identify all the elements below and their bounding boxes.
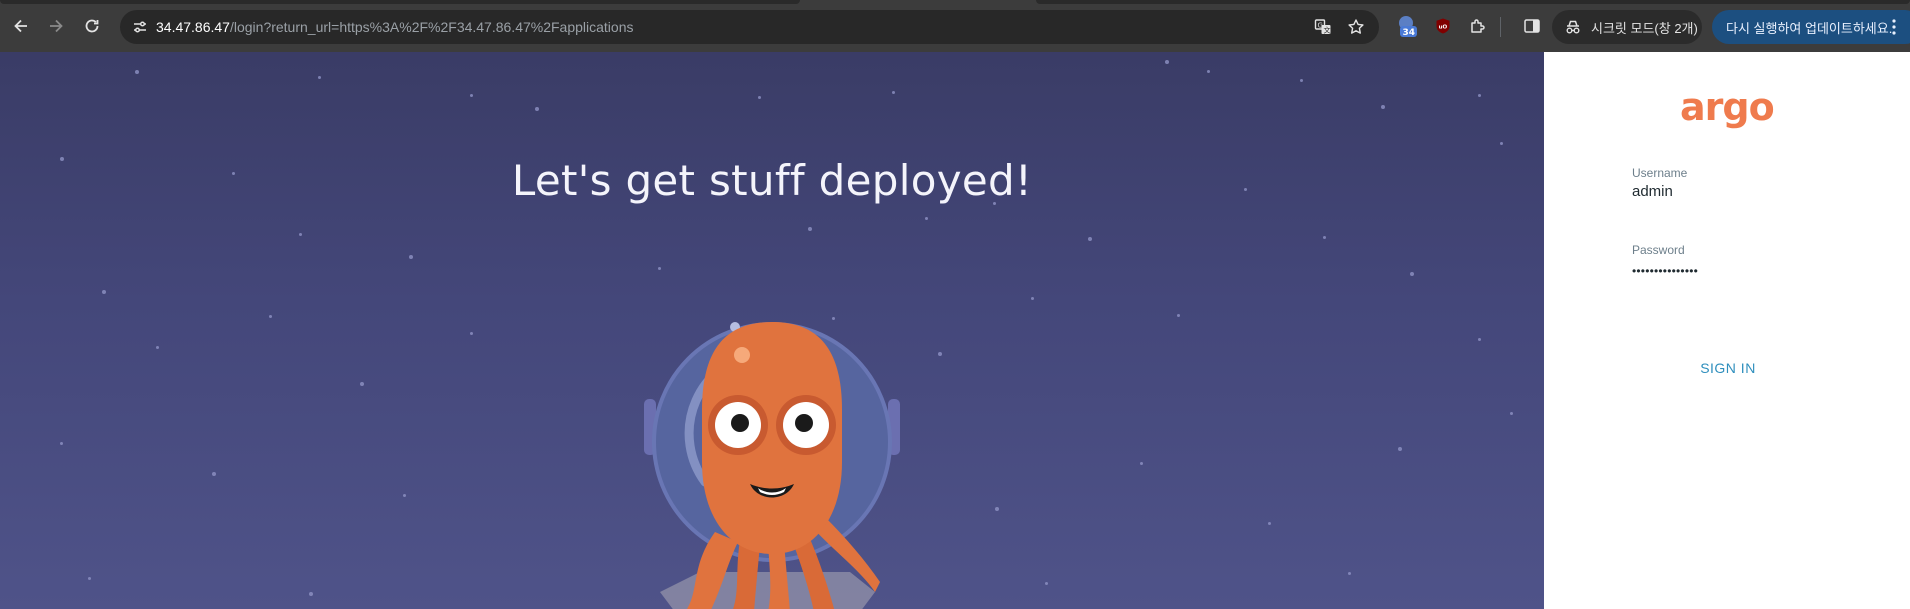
star-dot (470, 94, 473, 97)
password-label: Password (1632, 243, 1685, 257)
star-dot (470, 332, 473, 335)
star-dot (925, 217, 928, 220)
star-dot (938, 352, 942, 356)
star-dot (212, 472, 216, 476)
star-dot (1207, 70, 1210, 73)
star-dot (60, 442, 63, 445)
argo-octopus-mascot-illustration (644, 322, 900, 609)
password-input[interactable]: ••••••••••••••• (1632, 264, 1842, 278)
star-dot (1381, 105, 1385, 109)
sign-in-button[interactable]: SIGN IN (1678, 353, 1778, 383)
star-dot (535, 107, 539, 111)
browser-toolbar: 34.47.86.47/login?return_url=https%3A%2F… (0, 0, 1910, 52)
star-dot (1323, 236, 1326, 239)
star-dot (1165, 60, 1169, 64)
star-dot (1140, 462, 1143, 465)
star-dot (1031, 297, 1034, 300)
star-dot (1478, 94, 1481, 97)
translate-icon[interactable]: G文 (1312, 16, 1334, 38)
extensions-puzzle-icon[interactable] (1467, 15, 1489, 37)
site-info-icon[interactable] (128, 15, 152, 39)
svg-text:文: 文 (1324, 26, 1331, 35)
ublock-label: uO (1439, 25, 1448, 31)
star-dot (1300, 79, 1303, 82)
star-dot (1478, 338, 1481, 341)
star-dot (1510, 412, 1513, 415)
extension-icon[interactable]: 34 (1397, 15, 1419, 38)
star-dot (1410, 272, 1414, 276)
address-bar[interactable]: 34.47.86.47/login?return_url=https%3A%2F… (120, 10, 1379, 44)
toolbar-divider (1500, 17, 1501, 37)
star-dot (156, 346, 159, 349)
star-dot (135, 70, 139, 74)
back-icon[interactable] (9, 14, 33, 38)
argo-logo-text: argo (1680, 89, 1774, 129)
incognito-label: 시크릿 모드(창 2개) (1591, 20, 1698, 36)
update-label: 다시 실행하여 업데이트하세요. (1726, 20, 1893, 36)
forward-icon[interactable] (44, 14, 68, 38)
more-icon[interactable] (1891, 18, 1897, 39)
star-dot (299, 233, 302, 236)
tab-edge (1036, 0, 1910, 4)
url-path: /login?return_url=https%3A%2F%2F34.47.86… (229, 19, 634, 35)
star-dot (808, 227, 812, 231)
star-dot (269, 315, 272, 318)
update-button[interactable]: 다시 실행하여 업데이트하세요. (1712, 10, 1910, 44)
ublock-icon[interactable]: uO (1432, 15, 1454, 37)
reload-icon[interactable] (80, 14, 104, 38)
login-page: Let's get stuff deployed! argo Username … (0, 52, 1910, 609)
side-panel-icon[interactable] (1521, 15, 1543, 37)
star-dot (403, 494, 406, 497)
argo-logo: argo (1680, 89, 1775, 129)
star-dot (995, 507, 999, 511)
bookmark-star-icon[interactable] (1345, 16, 1367, 38)
star-dot (102, 290, 106, 294)
star-dot (1177, 314, 1180, 317)
username-label: Username (1632, 166, 1688, 180)
login-panel: argo Username Password ••••••••••••••• S… (1544, 52, 1910, 609)
star-dot (658, 267, 661, 270)
incognito-icon (1564, 19, 1582, 35)
hero-panel: Let's get stuff deployed! (0, 52, 1544, 609)
star-dot (360, 382, 364, 386)
url-host: 34.47.86.47 (156, 19, 230, 35)
hero-title: Let's get stuff deployed! (511, 156, 1033, 205)
star-dot (1348, 572, 1351, 575)
username-input[interactable] (1632, 183, 1842, 200)
star-dot (1398, 447, 1402, 451)
star-dot (318, 76, 321, 79)
star-dot (892, 91, 895, 94)
star-dot (1088, 237, 1092, 241)
star-dot (1045, 582, 1048, 585)
star-dot (1268, 522, 1271, 525)
incognito-indicator[interactable]: 시크릿 모드(창 2개) (1552, 10, 1702, 44)
extension-badge: 34 (1403, 28, 1416, 38)
star-dot (309, 592, 313, 596)
star-dot (1500, 142, 1503, 145)
url-text[interactable]: 34.47.86.47/login?return_url=https%3A%2F… (156, 19, 634, 35)
tab-edge (0, 0, 800, 4)
star-dot (409, 255, 413, 259)
star-dot (88, 577, 91, 580)
star-dot (758, 96, 761, 99)
